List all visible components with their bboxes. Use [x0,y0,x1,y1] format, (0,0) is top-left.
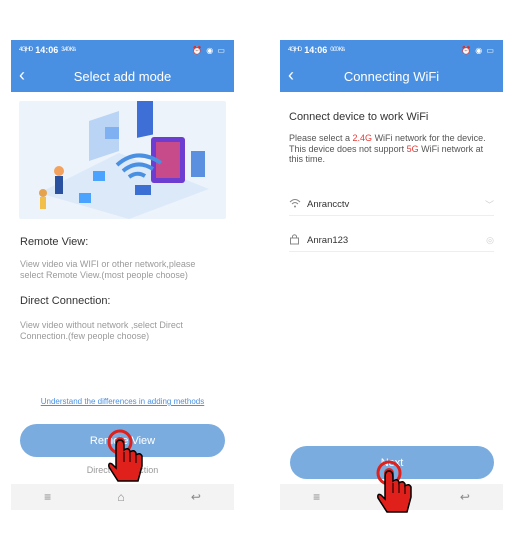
status-time: 14:06 [35,45,59,55]
app-bar: ‹ Connecting WiFi [280,60,503,92]
tap-hand-icon [107,429,143,482]
signal-icon: 4G|HD [19,47,33,53]
signal-icon: 4G|HD [288,47,302,53]
password-value: Anran123 [307,235,349,246]
connect-description: Please select a 2.4G WiFi network for th… [289,133,486,164]
wifi-password-field[interactable]: Anran123 ◎ [289,230,494,252]
back-arrow-icon[interactable]: ‹ [19,65,25,85]
ssid-value: Anrancctv [307,199,350,210]
page-title: Connecting WiFi [343,68,440,84]
network-speed: 0.00 K/s [330,47,345,53]
direct-connection-description: View video without network ,select Direc… [20,320,183,341]
band-5g: 5G [406,143,419,154]
page-title: Select add mode [73,68,172,84]
status-icons: ⏰ ◉ ▭ [192,45,226,55]
remote-view-description: View video via WIFI or other network,ple… [20,259,196,280]
direct-connection-title: Direct Connection: [20,295,111,307]
home-icon[interactable]: ⌂ [117,490,124,504]
wifi-ssid-field[interactable]: Anrancctv ﹀ [289,194,494,216]
menu-icon[interactable]: ≡ [44,490,51,504]
system-nav-bar: ≡ ⌂ ↩ [11,484,234,510]
wifi-icon [289,198,307,211]
status-icons: ⏰ ◉ ▭ [461,45,495,55]
status-bar: 4G|HD 14:06 3.40 K/s ⏰ ◉ ▭ [11,40,234,60]
network-speed: 3.40 K/s [61,47,76,53]
connect-heading: Connect device to work WiFi [289,111,429,123]
menu-icon[interactable]: ≡ [313,490,320,504]
back-icon[interactable]: ↩ [191,490,201,504]
app-bar: ‹ Select add mode [11,60,234,92]
differences-link[interactable]: Understand the differences in adding met… [11,397,234,406]
remote-view-title: Remote View: [20,236,89,248]
chevron-down-icon[interactable]: ﹀ [485,198,494,211]
band-2-4g: 2.4G [352,133,373,143]
tap-hand-icon [376,460,412,513]
eye-icon[interactable]: ◎ [486,235,494,246]
status-bar: 4G|HD 14:06 0.00 K/s ⏰ ◉ ▭ [280,40,503,60]
back-arrow-icon[interactable]: ‹ [288,65,294,85]
status-time: 14:06 [304,45,328,55]
lock-icon [289,233,307,248]
connecting-wifi-screen: 4G|HD 14:06 0.00 K/s ⏰ ◉ ▭ ‹ Connecting … [280,40,503,510]
back-icon[interactable]: ↩ [460,490,470,504]
illustration [19,94,226,219]
